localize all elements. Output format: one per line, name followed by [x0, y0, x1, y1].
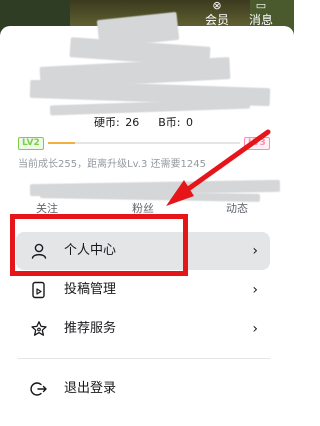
- menu-item-label: 投稿管理: [64, 282, 117, 297]
- stat-dynamics[interactable]: 动态: [226, 200, 248, 216]
- redaction-scribble: [49, 98, 251, 116]
- menu-item-label: 推荐服务: [64, 321, 117, 336]
- chevron-right-icon: ›: [252, 243, 258, 259]
- message-icon: ▭: [255, 0, 267, 12]
- menu-divider: [18, 358, 270, 359]
- member-icon: ⊗: [212, 0, 222, 12]
- level-progress-fill: [48, 142, 75, 144]
- next-level-badge: LV3: [244, 137, 270, 150]
- chevron-right-icon: ›: [252, 321, 258, 337]
- level-progress-bar: [48, 142, 240, 144]
- menu-item-recommended-services[interactable]: 推荐服务 ›: [16, 310, 270, 348]
- upload-manage-icon: [32, 281, 45, 299]
- level-growth-text: 当前成长255，距离升级Lv.3 还需要1245: [18, 159, 206, 170]
- annotation-highlight-box: [10, 214, 188, 276]
- current-level-badge: LV2: [18, 137, 44, 150]
- bcoin-label: B币:: [158, 116, 181, 129]
- level-progress: LV2 LV3: [18, 136, 270, 150]
- coin-label: 硬币:: [94, 116, 120, 129]
- menu-item-upload-manage[interactable]: 投稿管理 ›: [16, 271, 270, 309]
- chevron-right-icon: ›: [252, 282, 258, 298]
- logout-label: 退出登录: [64, 381, 117, 396]
- logout-button[interactable]: 退出登录: [16, 370, 270, 408]
- logout-icon: [30, 382, 47, 396]
- coin-value: 26: [125, 116, 140, 129]
- bcoin-value: 0: [185, 116, 193, 129]
- star-icon: [31, 321, 47, 336]
- coin-balance: 硬币: 26 B币: 0: [94, 114, 195, 130]
